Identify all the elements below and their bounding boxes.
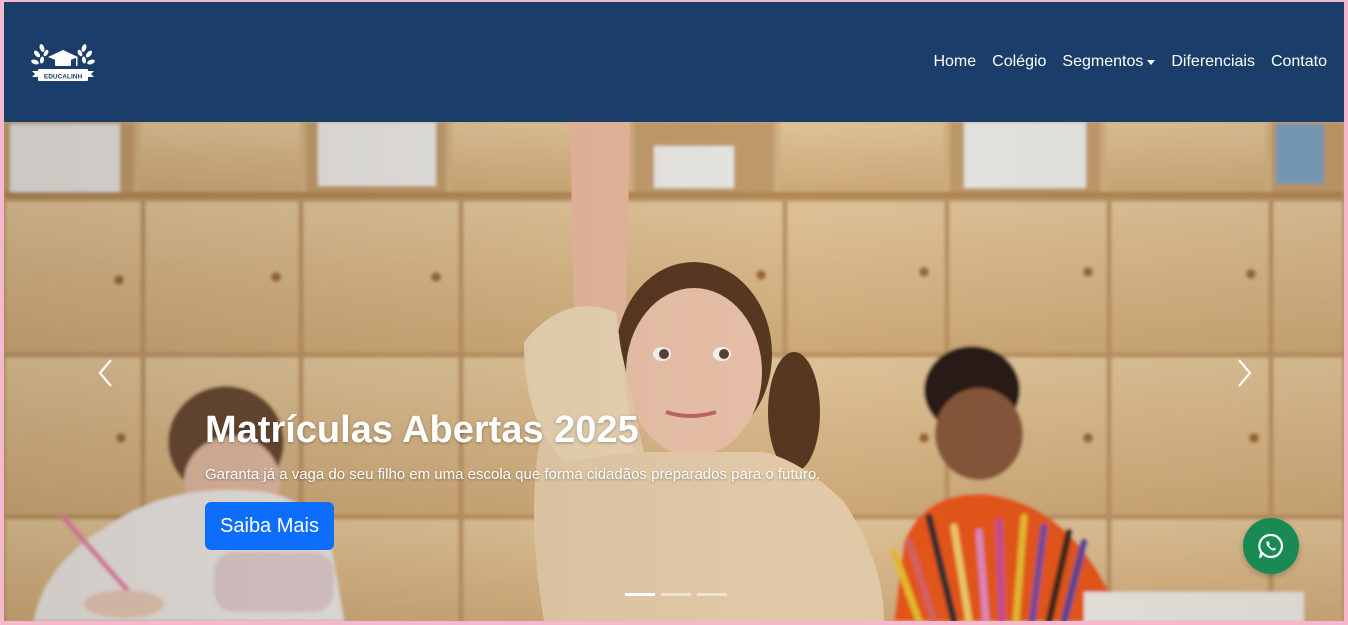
chevron-right-icon xyxy=(1238,359,1252,387)
carousel-indicator-2[interactable] xyxy=(661,593,691,596)
page-frame: EDUCALINH Home Colégio Segmentos Diferen… xyxy=(4,2,1344,621)
nav-segmentos-label: Segmentos xyxy=(1062,53,1144,70)
chevron-left-icon xyxy=(98,359,112,387)
main-nav: Home Colégio Segmentos Diferenciais Cont… xyxy=(933,51,1327,73)
nav-contato[interactable]: Contato xyxy=(1271,51,1327,73)
carousel-indicators xyxy=(625,593,727,596)
nav-diferenciais-label: Diferenciais xyxy=(1171,53,1255,70)
saiba-mais-button[interactable]: Saiba Mais xyxy=(205,502,334,550)
nav-home-label: Home xyxy=(933,53,977,70)
logo-emblem-icon: EDUCALINH xyxy=(31,44,95,81)
nav-diferenciais[interactable]: Diferenciais xyxy=(1171,51,1255,73)
whatsapp-button[interactable] xyxy=(1243,518,1299,574)
navbar: EDUCALINH Home Colégio Segmentos Diferen… xyxy=(4,2,1344,122)
carousel-indicator-1[interactable] xyxy=(625,593,655,596)
carousel-next-button[interactable] xyxy=(1234,358,1254,388)
nav-home[interactable]: Home xyxy=(933,51,976,73)
hero-subtitle: Garanta já a vaga do seu filho em uma es… xyxy=(205,466,821,483)
carousel-indicator-3[interactable] xyxy=(697,593,727,596)
whatsapp-icon xyxy=(1258,533,1283,559)
carousel-prev-button[interactable] xyxy=(96,358,116,388)
nav-colegio[interactable]: Colégio xyxy=(992,51,1046,73)
hero-carousel: Matrículas Abertas 2025 Garanta já a vag… xyxy=(4,122,1344,621)
caret-down-icon xyxy=(1147,59,1156,65)
nav-segmentos-dropdown[interactable]: Segmentos xyxy=(1062,51,1156,73)
hero-title: Matrículas Abertas 2025 xyxy=(205,409,639,451)
nav-colegio-label: Colégio xyxy=(992,53,1047,70)
logo-text: EDUCALINH xyxy=(44,74,83,81)
nav-contato-label: Contato xyxy=(1270,53,1327,70)
school-logo[interactable]: EDUCALINH xyxy=(30,38,96,88)
